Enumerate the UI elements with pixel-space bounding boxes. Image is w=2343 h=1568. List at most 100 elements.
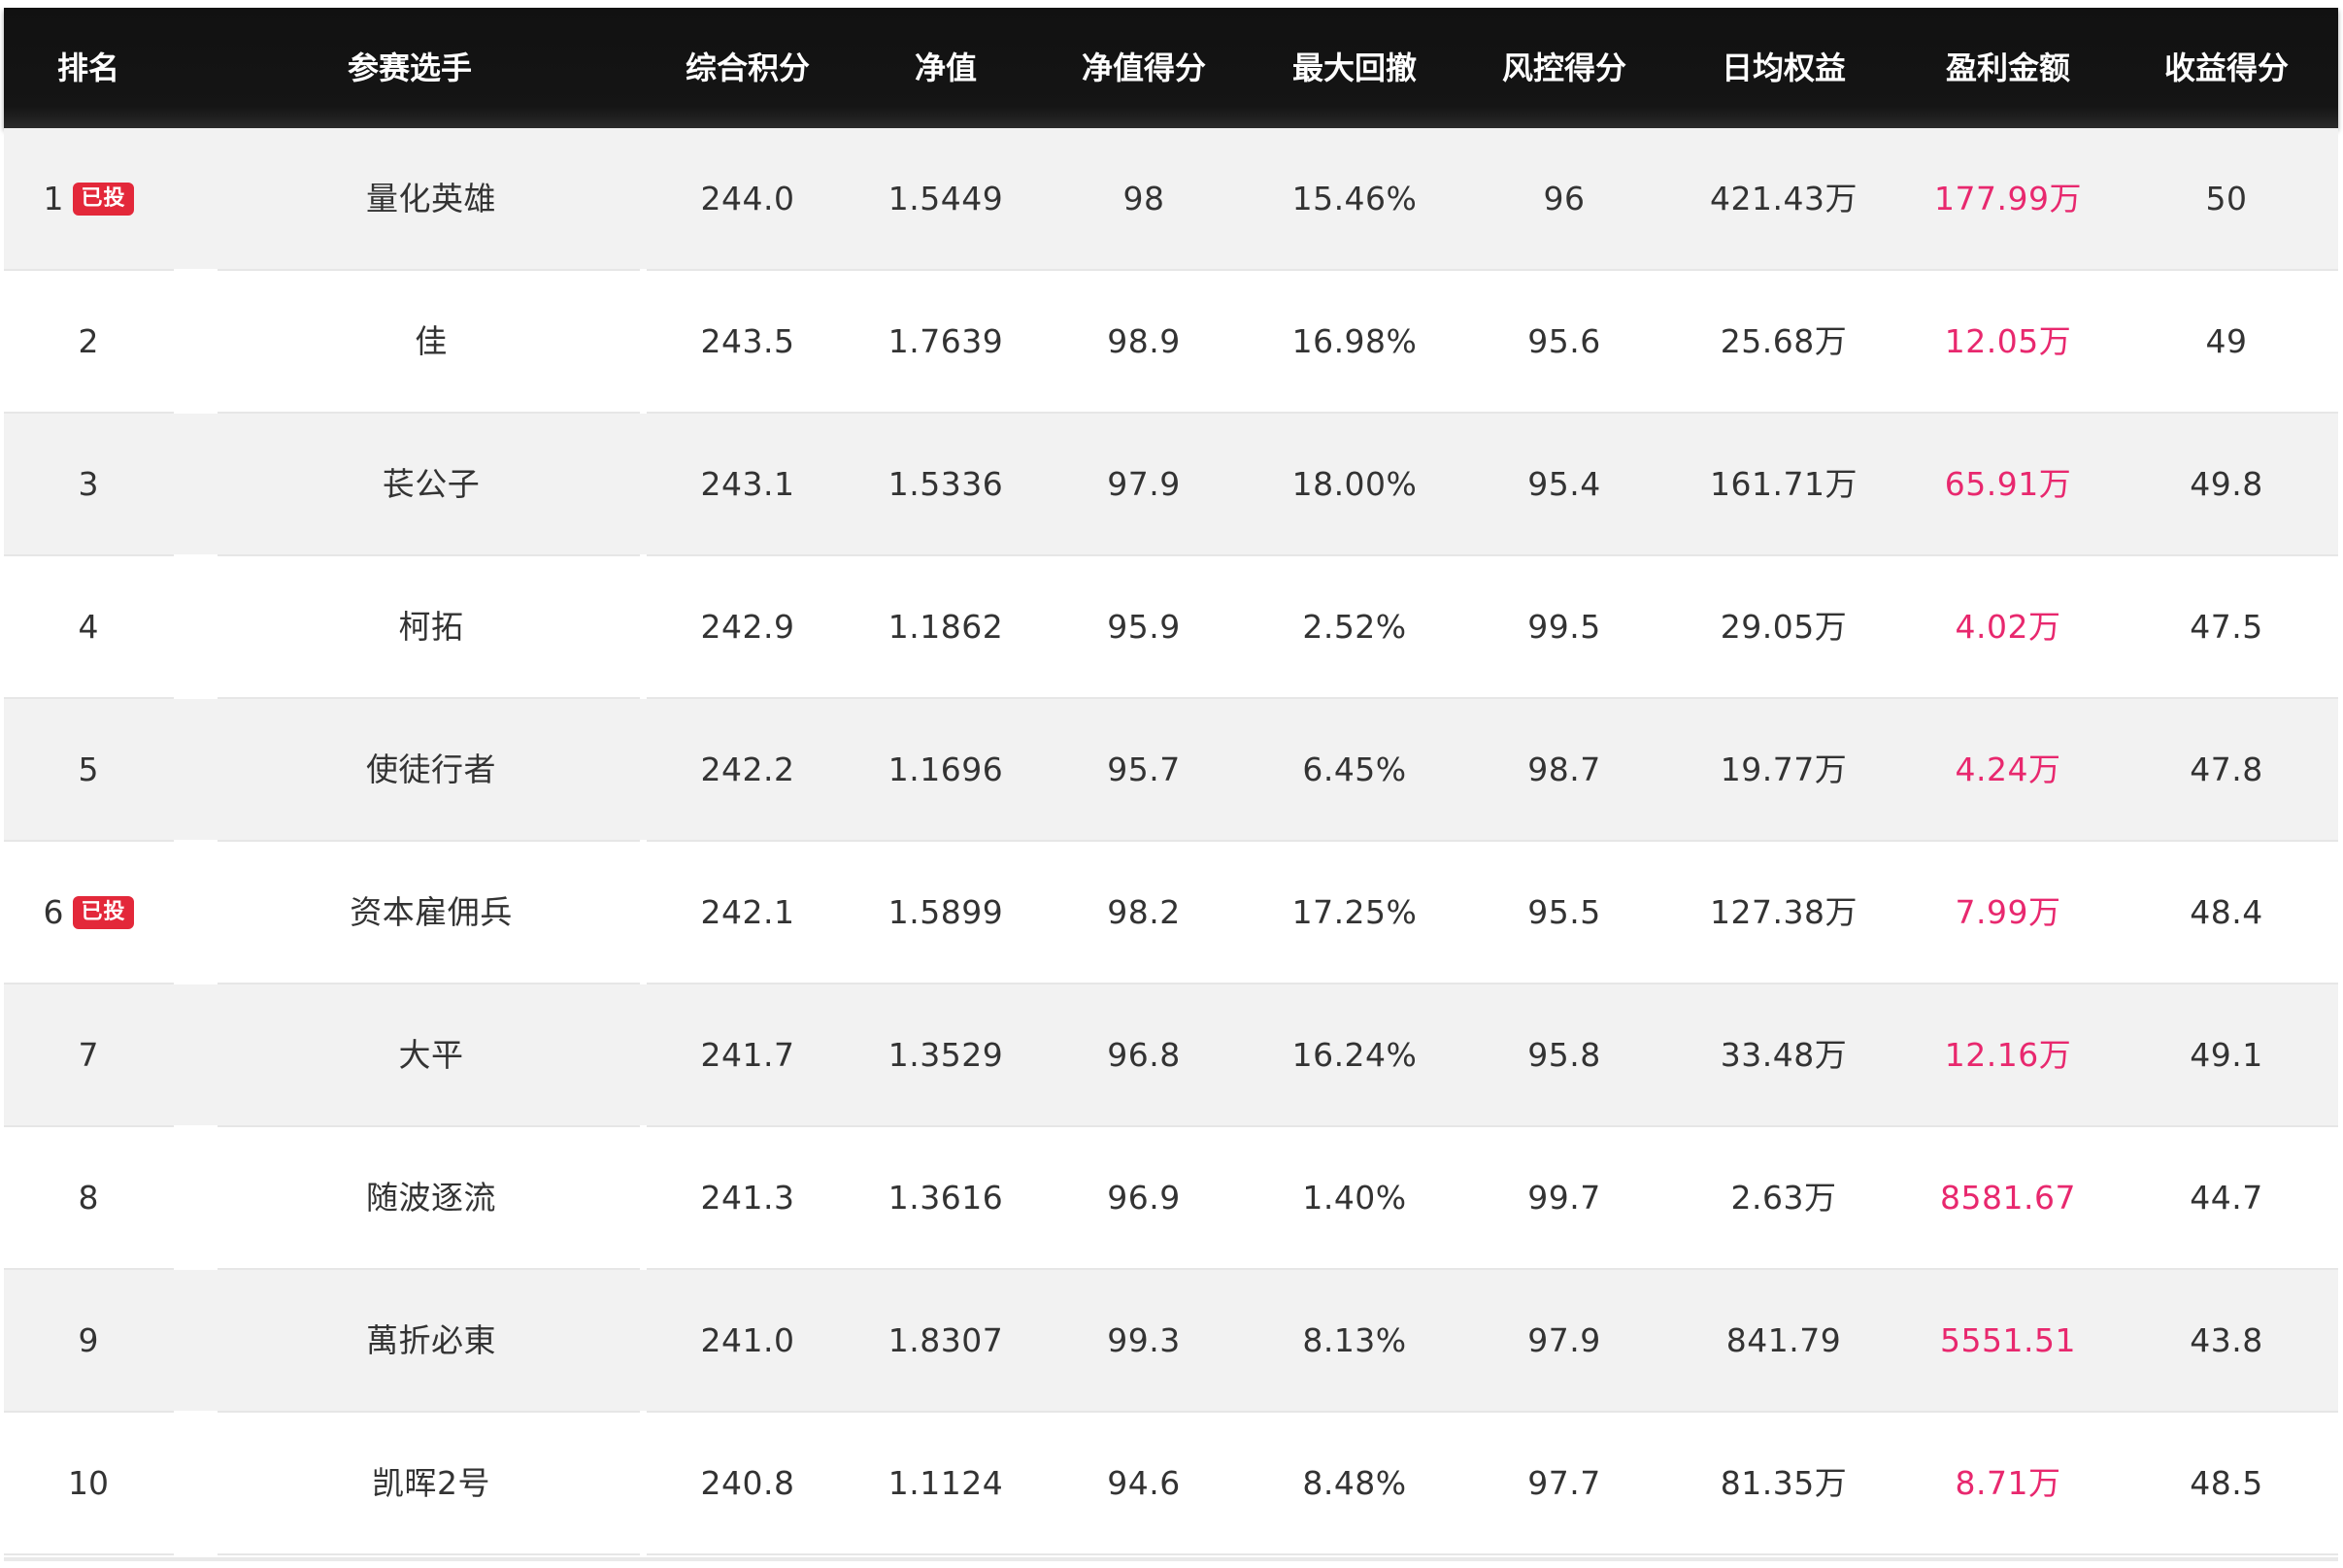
nav-score-cell: 98.2 [1107,893,1181,931]
max-dd-cell: 8.48% [1302,1464,1407,1502]
table-row[interactable]: 9 萬折必東 241.0 1.8307 99.3 8.13% 97.9 841.79 5551.… [4,1270,2338,1413]
header-score[interactable]: 综合积分 [651,8,845,128]
rank-cell: 10 [16,1413,161,1553]
header-nav-score[interactable]: 净值得分 [1047,8,1241,128]
rank-number: 4 [78,608,99,646]
table-row[interactable]: 5 使徒行者 242.2 1.1696 95.7 6.45% 98.7 19.77万 4.24万… [4,699,2338,842]
rank-number: 3 [78,465,99,503]
avg-equity-cell: 161.71万 [1710,465,1858,503]
rank-cell: 8 [16,1127,161,1268]
table-row[interactable]: 10 凯晖2号 240.8 1.1124 94.6 8.48% 97.7 81.35万 8.71… [4,1413,2338,1555]
nav-score-cell: 99.3 [1107,1321,1181,1359]
nav-cell: 1.5449 [887,180,1004,217]
header-return-score[interactable]: 收益得分 [2129,8,2324,128]
header-max-drawdown[interactable]: 最大回撤 [1248,8,1461,128]
return-score-cell: 47.8 [2190,751,2263,788]
return-score-cell: 47.5 [2190,608,2263,646]
table-row[interactable]: 4 柯拓 242.9 1.1862 95.9 2.52% 99.5 29.05万 4.02万 47… [4,556,2338,699]
rank-cell: 2 [16,271,161,412]
player-cell[interactable]: 佳 [227,271,635,412]
header-nav[interactable]: 净值 [849,8,1043,128]
table-bottom-divider [4,1557,2338,1561]
profit-cell: 8581.67 [1940,1179,2076,1217]
ranking-table: 排名 参赛选手 综合积分 净值 净值得分 最大回撤 风控得分 日均权益 盈利金额 收益得分 1 已投… [4,8,2338,1561]
header-profit[interactable]: 盈利金额 [1891,8,2125,128]
score-cell: 241.7 [700,1036,795,1074]
rank-cell: 6 已投 [16,842,161,983]
nav-cell: 1.5336 [887,465,1004,503]
table-row[interactable]: 2 佳 243.5 1.7639 98.9 16.98% 95.6 25.68万 12.05万 4… [4,271,2338,414]
risk-score-cell: 96 [1543,180,1586,217]
rank-number: 10 [68,1464,109,1502]
player-cell[interactable]: 大平 [227,984,635,1125]
max-dd-cell: 16.24% [1291,1036,1418,1074]
profit-cell: 8.71万 [1955,1464,2061,1502]
table-header: 排名 参赛选手 综合积分 净值 净值得分 最大回撤 风控得分 日均权益 盈利金额 收益得分 [4,8,2338,128]
player-cell[interactable]: 量化英雄 [227,128,635,269]
nav-score-cell: 96.8 [1107,1036,1181,1074]
max-dd-cell: 6.45% [1302,751,1407,788]
score-cell: 242.9 [700,608,795,646]
rank-cell: 1 已投 [16,128,161,269]
avg-equity-cell: 841.79 [1725,1321,1842,1359]
max-dd-cell: 16.98% [1291,322,1418,360]
avg-equity-cell: 127.38万 [1710,893,1858,931]
row-divider [4,1553,2338,1555]
nav-score-cell: 96.9 [1107,1179,1181,1217]
risk-score-cell: 99.5 [1527,608,1601,646]
player-cell[interactable]: 苌公子 [227,414,635,554]
table-row[interactable]: 6 已投 资本雇佣兵 242.1 1.5899 98.2 17.25% 95.5 127.38万… [4,842,2338,984]
return-score-cell: 48.4 [2190,893,2263,931]
header-avg-equity[interactable]: 日均权益 [1667,8,1900,128]
rank-cell: 7 [16,984,161,1125]
table-row[interactable]: 8 随波逐流 241.3 1.3616 96.9 1.40% 99.7 2.63万 8581.6… [4,1127,2338,1270]
avg-equity-cell: 25.68万 [1720,322,1848,360]
nav-score-cell: 98.9 [1107,322,1181,360]
table-row[interactable]: 1 已投 量化英雄 244.0 1.5449 98 15.46% 96 421.43万 177.9… [4,128,2338,271]
avg-equity-cell: 33.48万 [1720,1036,1848,1074]
invested-badge: 已投 [73,895,134,929]
profit-cell: 7.99万 [1955,893,2061,931]
invested-badge: 已投 [73,182,134,216]
nav-cell: 1.1124 [887,1464,1004,1502]
player-cell[interactable]: 随波逐流 [227,1127,635,1268]
profit-cell: 5551.51 [1940,1321,2076,1359]
player-cell[interactable]: 凯晖2号 [227,1413,635,1553]
nav-score-cell: 98 [1122,180,1165,217]
nav-cell: 1.5899 [887,893,1004,931]
avg-equity-cell: 29.05万 [1720,608,1848,646]
rank-number: 6 [43,893,64,931]
header-risk-score[interactable]: 风控得分 [1467,8,1661,128]
table-row[interactable]: 7 大平 241.7 1.3529 96.8 16.24% 95.8 33.48万 12.16万… [4,984,2338,1127]
header-player[interactable]: 参赛选手 [206,8,614,128]
risk-score-cell: 95.8 [1527,1036,1601,1074]
rank-number: 8 [78,1179,99,1217]
rank-number: 7 [78,1036,99,1074]
divider-gap [174,1553,218,1555]
profit-cell: 12.05万 [1944,322,2072,360]
player-cell[interactable]: 柯拓 [227,556,635,697]
player-cell[interactable]: 萬折必東 [227,1270,635,1411]
rank-cell: 5 [16,699,161,840]
risk-score-cell: 97.9 [1527,1321,1601,1359]
score-cell: 243.5 [700,322,795,360]
avg-equity-cell: 421.43万 [1710,180,1858,217]
return-score-cell: 50 [2205,180,2248,217]
player-cell[interactable]: 使徒行者 [227,699,635,840]
rank-cell: 4 [16,556,161,697]
nav-score-cell: 94.6 [1107,1464,1181,1502]
player-cell[interactable]: 资本雇佣兵 [227,842,635,983]
return-score-cell: 49.8 [2190,465,2263,503]
max-dd-cell: 1.40% [1302,1179,1407,1217]
avg-equity-cell: 2.63万 [1730,1179,1837,1217]
nav-cell: 1.1862 [887,608,1004,646]
max-dd-cell: 17.25% [1291,893,1418,931]
nav-score-cell: 95.7 [1107,751,1181,788]
max-dd-cell: 15.46% [1291,180,1418,217]
risk-score-cell: 95.4 [1527,465,1601,503]
profit-cell: 4.02万 [1955,608,2061,646]
header-rank[interactable]: 排名 [16,8,161,128]
table-row[interactable]: 3 苌公子 243.1 1.5336 97.9 18.00% 95.4 161.71万 65.9… [4,414,2338,556]
divider-gap [640,1553,647,1555]
return-score-cell: 44.7 [2190,1179,2263,1217]
